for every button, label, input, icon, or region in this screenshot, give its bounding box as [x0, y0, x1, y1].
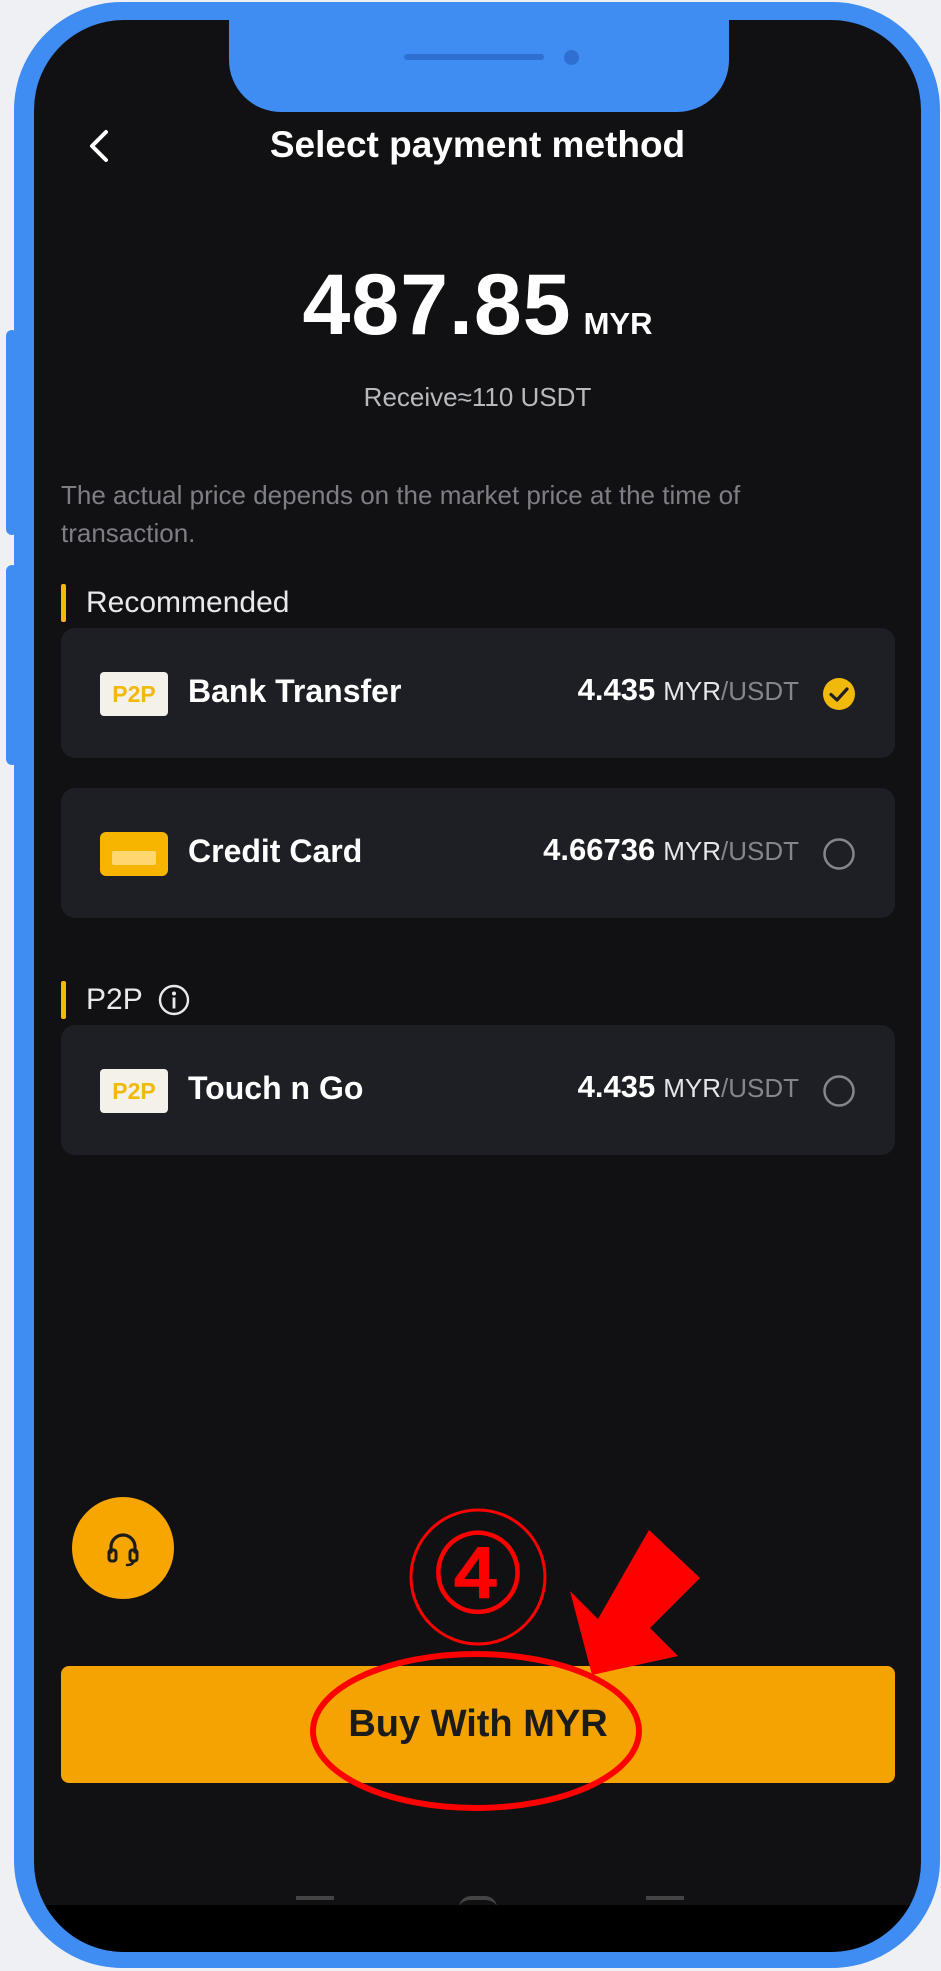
rate-base: USDT — [728, 1073, 799, 1103]
receive-estimate: Receive≈110 USDT — [363, 382, 592, 412]
credit-card-icon — [100, 832, 168, 876]
page-title: Select payment method — [269, 124, 686, 165]
section-label: Recommended — [86, 586, 290, 619]
empty-circle-icon — [823, 838, 855, 870]
method-name: Credit Card — [188, 833, 363, 869]
section-recommended: Recommended — [61, 583, 289, 623]
rate-currency: MYR — [663, 676, 721, 706]
info-icon[interactable] — [157, 983, 191, 1017]
section-marker — [61, 981, 66, 1019]
radio-unselected[interactable] — [822, 1074, 856, 1108]
method-rate: 4.66736 MYR/USDT — [543, 832, 799, 868]
method-rate: 4.435 MYR/USDT — [578, 1069, 799, 1105]
p2p-badge-icon: P2P — [100, 1069, 168, 1113]
payment-method-bank-transfer[interactable]: P2P Bank Transfer 4.435 MYR/USDT — [61, 628, 895, 758]
rate-value: 4.66736 — [543, 832, 656, 867]
rate-value: 4.435 — [577, 1069, 656, 1104]
volume-button — [6, 565, 18, 765]
speaker-icon — [404, 54, 544, 60]
amount-unit: MYR — [583, 306, 653, 341]
radio-selected[interactable] — [822, 677, 856, 711]
payment-method-credit-card[interactable]: Credit Card 4.66736 MYR/USDT — [61, 788, 895, 918]
chevron-left-icon — [90, 130, 108, 162]
method-name: Touch n Go — [188, 1070, 364, 1106]
method-rate: 4.435 MYR/USDT — [578, 672, 799, 708]
amount-value: 487.85 — [302, 257, 572, 353]
empty-circle-icon — [823, 1075, 855, 1107]
step-number: ④ — [427, 1510, 529, 1640]
rate-currency: MYR — [663, 836, 721, 866]
volume-button — [6, 330, 18, 535]
section-label: P2P — [86, 983, 143, 1016]
rate-base: USDT — [728, 676, 799, 706]
buy-with-myr-button[interactable]: Buy With MYR — [61, 1666, 895, 1783]
rate-value: 4.435 — [577, 672, 656, 707]
check-circle-icon — [823, 678, 855, 710]
section-marker — [61, 584, 66, 622]
headset-icon — [107, 1533, 139, 1567]
p2p-badge-icon: P2P — [100, 672, 168, 716]
price-note: The actual price depends on the market p… — [61, 480, 741, 548]
amount-display: 487.85 MYR — [34, 256, 921, 355]
radio-unselected[interactable] — [822, 837, 856, 871]
app-screen: Select payment method 487.85 MYR Receive≈… — [34, 20, 921, 1952]
section-p2p: P2P — [61, 980, 191, 1020]
method-name: Bank Transfer — [188, 673, 402, 709]
payment-method-touch-n-go[interactable]: P2P Touch n Go 4.435 MYR/USDT — [61, 1025, 895, 1155]
customer-support-button[interactable] — [72, 1497, 174, 1599]
camera-icon — [564, 50, 579, 65]
phone-notch — [229, 20, 729, 112]
rate-base: USDT — [728, 836, 799, 866]
system-nav-bar — [34, 1905, 921, 1952]
back-button[interactable] — [76, 120, 120, 172]
rate-currency: MYR — [663, 1073, 721, 1103]
